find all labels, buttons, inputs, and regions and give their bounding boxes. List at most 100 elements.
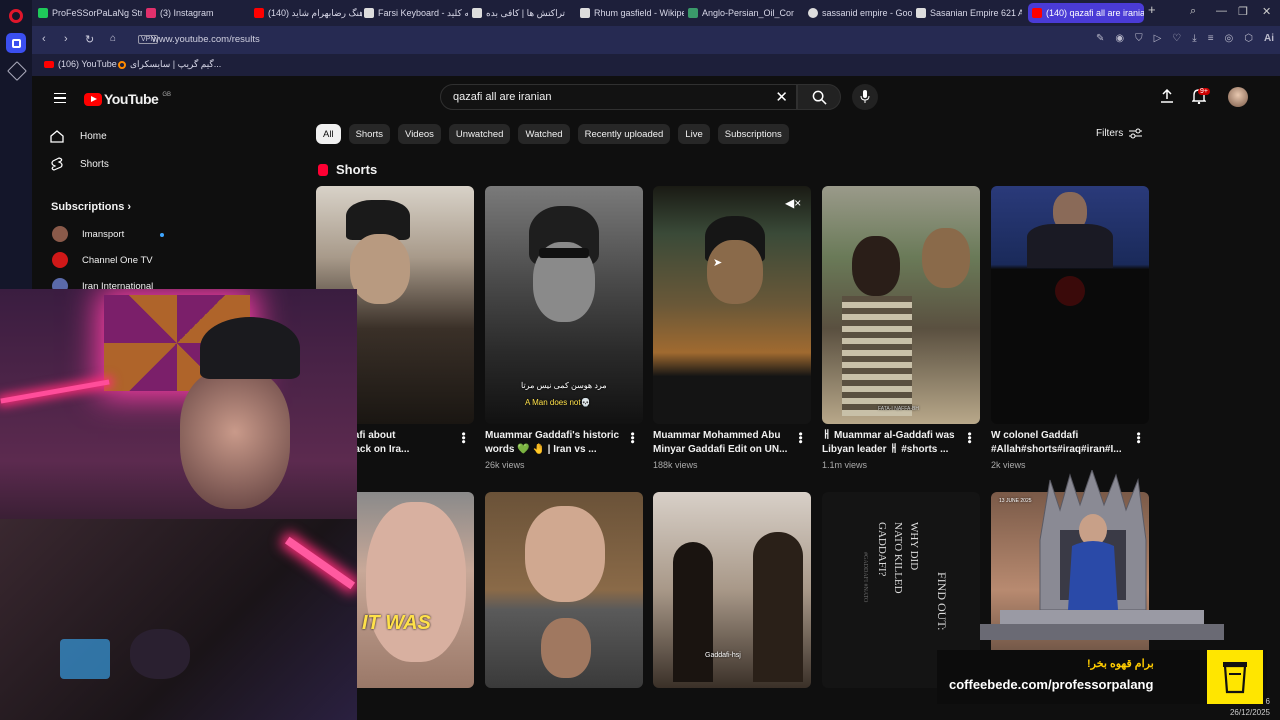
chip-live[interactable]: Live bbox=[678, 124, 710, 144]
account-avatar[interactable] bbox=[1228, 87, 1248, 107]
short-card[interactable]: W colonel Gaddafi #Allah#shorts#iraq#iran… bbox=[991, 186, 1149, 470]
workspace-icon[interactable] bbox=[6, 33, 26, 53]
channel-label: Imansport bbox=[82, 228, 125, 240]
short-card[interactable]: FATA-I NAFFA-BH ㅐ Muammar al-Gaddafi was… bbox=[822, 186, 980, 470]
url-field[interactable]: www.youtube.com/results bbox=[152, 34, 260, 45]
profile-icon[interactable]: ◎ bbox=[1225, 33, 1234, 44]
back-icon[interactable]: ‹ bbox=[42, 33, 46, 45]
sidebar-item-shorts[interactable]: Shorts bbox=[50, 157, 109, 171]
more-options-icon[interactable]: ••• bbox=[794, 432, 806, 444]
tab[interactable]: Anglo-Persian_Oil_Comp bbox=[688, 3, 794, 23]
short-title[interactable]: Muammar Mohammed Abu Minyar Gaddafi Edit … bbox=[653, 429, 793, 457]
neon-light bbox=[0, 379, 110, 404]
tab-active[interactable]: (140) qazafi all are iranian bbox=[1028, 3, 1144, 23]
sidebar-channel[interactable]: Channel One TV bbox=[52, 252, 153, 268]
close-window-icon[interactable]: ✕ bbox=[1262, 5, 1271, 18]
chip-unwatched[interactable]: Unwatched bbox=[448, 124, 511, 144]
short-card[interactable]: ◀× ➤ Muammar Mohammed Abu Minyar Gaddafi … bbox=[653, 186, 811, 470]
play-icon[interactable]: ▷ bbox=[1154, 33, 1162, 44]
clear-search-icon[interactable]: ✕ bbox=[775, 88, 788, 106]
view-count: 188k views bbox=[653, 460, 698, 470]
more-options-icon[interactable]: ••• bbox=[963, 432, 975, 444]
tab-favicon-icon bbox=[472, 8, 482, 18]
extensions-icon[interactable]: ⬡ bbox=[1244, 33, 1253, 44]
tab-bar: ProFeSSorPaLaNg Stream (3) Instagram (14… bbox=[32, 0, 1280, 26]
short-thumbnail[interactable] bbox=[991, 186, 1149, 424]
maximize-icon[interactable]: ❐ bbox=[1238, 5, 1248, 18]
thumbnail-caption: NATO KILLED bbox=[892, 522, 904, 594]
short-title[interactable]: ㅐ Muammar al-Gaddafi was Libyan leader ㅐ … bbox=[822, 429, 962, 457]
chip-shorts[interactable]: Shorts bbox=[348, 124, 391, 144]
mute-icon[interactable]: ◀× bbox=[785, 196, 801, 210]
youtube-logo[interactable]: YouTube GB bbox=[84, 91, 171, 107]
pinboard-icon[interactable] bbox=[7, 61, 27, 81]
chip-subscriptions[interactable]: Subscriptions bbox=[717, 124, 789, 144]
tab[interactable]: sassanid empire - Googl bbox=[808, 3, 912, 23]
heart-icon[interactable]: ♡ bbox=[1172, 33, 1181, 44]
title-line: Libyan leader ㅐ #shorts ... bbox=[822, 444, 949, 455]
short-card[interactable]: مرد هوسن کمی نیس مرتا A Man does not💀 Mu… bbox=[485, 186, 643, 470]
opera-logo-icon[interactable] bbox=[9, 9, 23, 23]
tab-search-icon[interactable]: ⌕ bbox=[1190, 5, 1196, 18]
chip-recently-uploaded[interactable]: Recently uploaded bbox=[577, 124, 671, 144]
tab-favicon-icon bbox=[808, 8, 818, 18]
sidebar-channel[interactable]: Imansport bbox=[52, 226, 124, 242]
short-thumbnail[interactable]: مرد هوسن کمی نیس مرتا A Man does not💀 bbox=[485, 186, 643, 424]
title-line: Muammar Mohammed Abu bbox=[653, 430, 781, 441]
filters-button[interactable]: Filters bbox=[1096, 128, 1143, 139]
camera-icon[interactable]: ◉ bbox=[1115, 33, 1124, 44]
subscriptions-heading[interactable]: Subscriptions › bbox=[51, 201, 131, 213]
search-button[interactable] bbox=[797, 84, 841, 110]
bookmark-item[interactable]: گیم گریپ | سایسکرای... bbox=[118, 59, 221, 70]
view-count: 2k views bbox=[991, 460, 1026, 470]
download-icon[interactable]: ⤓ bbox=[1192, 33, 1196, 44]
tab[interactable]: Rhum gasfield - Wikiped bbox=[580, 3, 684, 23]
short-thumbnail[interactable] bbox=[485, 492, 643, 688]
short-thumbnail[interactable]: FATA-I NAFFA-BH bbox=[822, 186, 980, 424]
short-thumbnail[interactable]: Gaddafi-hsj bbox=[653, 492, 811, 688]
hamburger-menu-icon[interactable] bbox=[54, 93, 66, 103]
tab-favicon-icon bbox=[916, 8, 926, 18]
tab[interactable]: تراکتش ها | کافی بده bbox=[472, 3, 576, 23]
chip-videos[interactable]: Videos bbox=[398, 124, 441, 144]
more-options-icon[interactable]: ••• bbox=[457, 432, 469, 444]
chip-watched[interactable]: Watched bbox=[518, 124, 570, 144]
tab[interactable]: (140) آهنگ رضابهرام شاید bbox=[254, 3, 362, 23]
title-line: ㅐ Muammar al-Gaddafi was bbox=[822, 430, 955, 441]
thumbnail-caption: FIND OUT: bbox=[935, 572, 949, 631]
minimize-icon[interactable]: — bbox=[1216, 5, 1227, 17]
forward-icon[interactable]: › bbox=[64, 33, 68, 45]
tab[interactable]: Sasanian Empire 621 A.D bbox=[916, 3, 1022, 23]
sidebar-item-home[interactable]: Home bbox=[50, 130, 107, 143]
home-icon[interactable]: ⌂ bbox=[110, 33, 116, 44]
clock-time: 6 bbox=[1265, 697, 1270, 706]
ai-button[interactable]: Ai bbox=[1264, 33, 1274, 44]
donation-text: برام قهوه بخر! bbox=[1087, 658, 1154, 670]
reload-icon[interactable]: ↻ bbox=[85, 33, 94, 46]
upload-icon[interactable] bbox=[1160, 88, 1174, 106]
chip-all[interactable]: All bbox=[316, 124, 341, 144]
menu-icon[interactable]: ≡ bbox=[1208, 33, 1214, 44]
short-thumbnail[interactable]: ◀× ➤ bbox=[653, 186, 811, 424]
bookmark-item[interactable]: (106) YouTube bbox=[44, 59, 117, 69]
short-card[interactable] bbox=[485, 492, 643, 688]
voice-search-button[interactable] bbox=[852, 84, 878, 110]
search-box[interactable]: qazafi all are iranian ✕ bbox=[440, 84, 797, 110]
notification-count-badge: 9+ bbox=[1198, 88, 1210, 95]
short-title[interactable]: W colonel Gaddafi #Allah#shorts#iraq#iran… bbox=[991, 429, 1131, 457]
more-options-icon[interactable]: ••• bbox=[1132, 432, 1144, 444]
shield-icon[interactable]: ⛉ bbox=[1135, 33, 1143, 44]
edit-icon[interactable]: ✎ bbox=[1096, 33, 1104, 44]
more-options-icon[interactable]: ••• bbox=[626, 432, 638, 444]
search-input[interactable]: qazafi all are iranian bbox=[453, 91, 551, 103]
short-card[interactable]: Gaddafi-hsj bbox=[653, 492, 811, 688]
filters-icon bbox=[1129, 128, 1143, 139]
short-title[interactable]: Muammar Gaddafi's historic words 💚 🤚 | Ir… bbox=[485, 429, 625, 457]
tab[interactable]: ProFeSSorPaLaNg Stream bbox=[38, 3, 142, 23]
new-tab-button[interactable]: + bbox=[1148, 2, 1156, 17]
channel-avatar bbox=[52, 226, 68, 242]
title-line: Muammar Gaddafi's historic bbox=[485, 430, 620, 441]
tab[interactable]: Farsi Keyboard - تخته کلید bbox=[364, 3, 468, 23]
thumbnail-caption: WHY DID bbox=[908, 522, 920, 571]
tab[interactable]: (3) Instagram bbox=[146, 3, 250, 23]
